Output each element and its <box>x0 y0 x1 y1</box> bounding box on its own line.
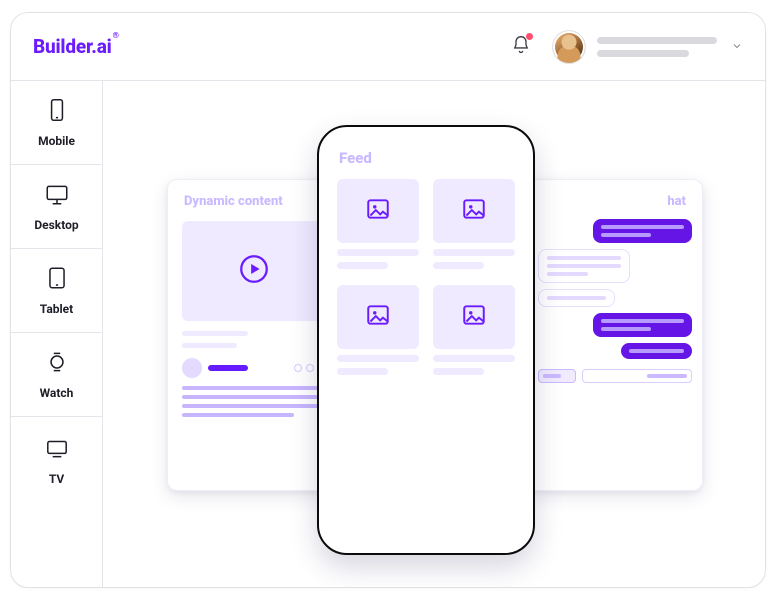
device-sidebar: Mobile Desktop Tablet Watch TV <box>11 81 103 587</box>
chat-action-chip[interactable] <box>538 369 576 383</box>
placeholder-bar <box>337 249 419 256</box>
chat-thread <box>528 219 702 359</box>
chat-bubble-received <box>538 249 630 283</box>
sidebar-item-watch[interactable]: Watch <box>11 333 102 417</box>
avatar-small <box>182 358 202 378</box>
paragraph-placeholder <box>168 384 340 417</box>
panel-title: Feed <box>319 127 533 179</box>
sidebar-item-desktop[interactable]: Desktop <box>11 165 102 249</box>
placeholder-line <box>182 395 326 399</box>
brand-logo[interactable]: Builder.ai® <box>33 35 118 58</box>
video-placeholder[interactable] <box>182 221 326 321</box>
placeholder-bar <box>337 355 419 362</box>
feed-card[interactable] <box>433 285 515 375</box>
placeholder-bar <box>433 262 484 269</box>
image-icon <box>365 302 391 332</box>
author-name-placeholder <box>208 365 248 371</box>
image-placeholder <box>433 285 515 349</box>
image-placeholder <box>337 285 419 349</box>
feed-card[interactable] <box>337 285 419 375</box>
chat-bubble-sent <box>593 313 692 337</box>
sidebar-item-label: Mobile <box>38 134 75 148</box>
placeholder-bar <box>433 355 515 362</box>
play-icon <box>237 252 271 290</box>
panel-title: Dynamic content <box>168 180 340 219</box>
feed-card[interactable] <box>433 179 515 269</box>
panel-dynamic-content[interactable]: Dynamic content <box>167 179 341 491</box>
image-icon <box>365 196 391 226</box>
sidebar-item-tablet[interactable]: Tablet <box>11 249 102 333</box>
placeholder-bar <box>433 368 484 375</box>
image-icon <box>461 302 487 332</box>
user-sub-placeholder <box>597 50 689 57</box>
sidebar-item-tv[interactable]: TV <box>11 417 102 587</box>
user-name-placeholder <box>597 37 717 44</box>
sidebar-item-label: Tablet <box>40 302 73 316</box>
chevron-down-icon <box>731 37 743 56</box>
desktop-icon <box>44 181 70 210</box>
brand-logo-text: Builder.ai <box>33 35 112 58</box>
sidebar-item-label: Watch <box>40 386 74 400</box>
bell-icon <box>511 40 531 59</box>
placeholder-line <box>182 386 326 390</box>
panel-chat[interactable]: hat <box>527 179 703 491</box>
header-bar: Builder.ai® <box>11 13 765 81</box>
user-menu[interactable] <box>597 37 717 57</box>
device-preview-mobile[interactable]: Feed <box>317 125 535 555</box>
feed-grid <box>319 179 533 375</box>
sidebar-item-mobile[interactable]: Mobile <box>11 81 102 165</box>
chat-input[interactable] <box>582 369 692 383</box>
user-menu-caret[interactable] <box>731 37 743 56</box>
placeholder-bar <box>337 368 388 375</box>
brand-logo-mark: ® <box>113 31 119 40</box>
image-placeholder <box>433 179 515 243</box>
notifications-button[interactable] <box>511 35 531 59</box>
placeholder-line <box>182 413 294 417</box>
watch-icon <box>44 349 70 378</box>
canvas: Dynamic content hat <box>103 81 765 587</box>
tablet-icon <box>44 265 70 294</box>
author-row <box>168 348 340 384</box>
chat-bubble-sent <box>621 343 692 359</box>
notification-indicator <box>525 32 534 41</box>
placeholder-line <box>182 404 326 408</box>
sidebar-item-label: Desktop <box>34 218 78 232</box>
placeholder-bar <box>182 343 237 348</box>
placeholder-bar <box>337 262 388 269</box>
image-icon <box>461 196 487 226</box>
app-window: Builder.ai® Mobile Desktop Tab <box>10 12 766 588</box>
sidebar-item-label: TV <box>49 472 64 486</box>
placeholder-bar <box>182 331 248 336</box>
avatar[interactable] <box>553 31 585 63</box>
feed-card[interactable] <box>337 179 419 269</box>
image-placeholder <box>337 179 419 243</box>
chat-bubble-received <box>538 289 615 307</box>
placeholder-bar <box>433 249 515 256</box>
mobile-icon <box>44 97 70 126</box>
tv-icon <box>44 435 70 464</box>
text-placeholder-group <box>168 331 340 348</box>
chat-input-row <box>528 359 702 383</box>
chat-bubble-sent <box>593 219 692 243</box>
panel-title: hat <box>528 180 702 219</box>
